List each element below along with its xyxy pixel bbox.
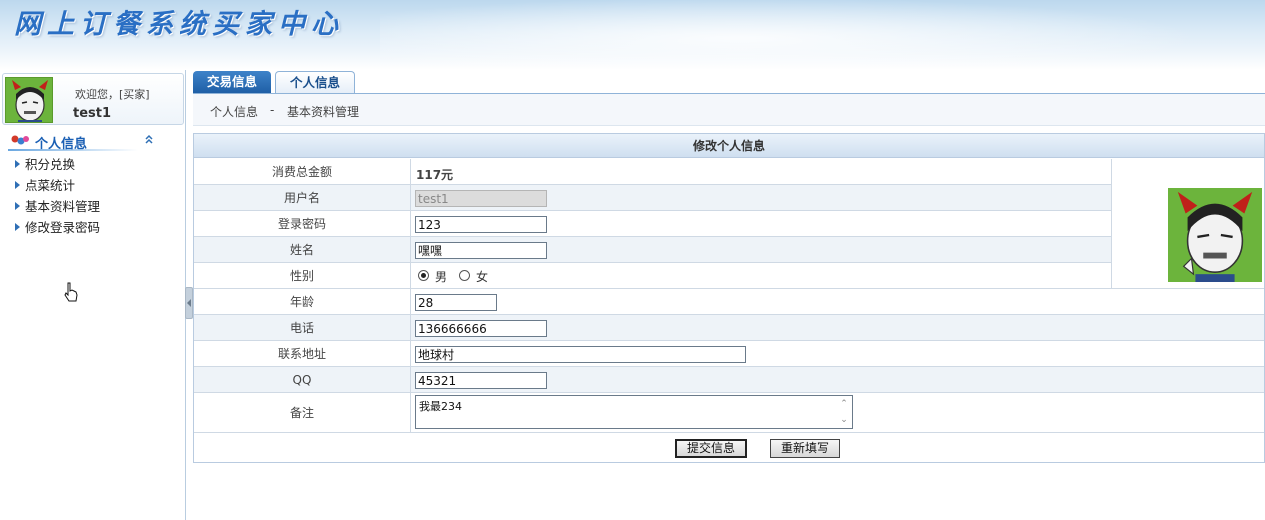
gender-female-radio[interactable]	[459, 270, 470, 281]
username-text: test1	[73, 106, 112, 121]
form-title: 修改个人信息	[194, 134, 1264, 158]
sidebar-item-label: 积分兑换	[25, 157, 76, 172]
field-label: 年龄	[194, 289, 411, 314]
scroll-down-icon[interactable]: ⌄	[838, 414, 850, 426]
sidebar-item-profile[interactable]: 基本资料管理	[14, 196, 100, 217]
triangle-right-icon	[15, 202, 20, 210]
row-name: 姓名	[194, 237, 1111, 263]
qq-field[interactable]	[415, 372, 547, 389]
sidebar-item-order-stats[interactable]: 点菜统计	[14, 175, 100, 196]
field-label: 联系地址	[194, 341, 411, 366]
section-underline	[8, 149, 138, 151]
sidebar-collapse-handle[interactable]	[185, 287, 193, 319]
profile-form: 修改个人信息 消费总金额 117元 用户名 登录密码 姓名 性别 男 女	[193, 133, 1265, 463]
devil-avatar-icon	[1168, 188, 1262, 282]
breadcrumb-part-2: 基本资料管理	[287, 105, 360, 119]
remark-text: 我最234	[419, 400, 462, 413]
row-phone: 电话	[194, 315, 1264, 341]
breadcrumb: 个人信息 - 基本资料管理	[193, 94, 1265, 126]
row-total-spent: 消费总金额 117元	[194, 159, 1111, 185]
row-username: 用户名	[194, 185, 1111, 211]
field-label: QQ	[194, 367, 411, 392]
field-label: 登录密码	[194, 211, 411, 236]
field-label: 性别	[194, 263, 411, 288]
field-value-cell	[412, 237, 1111, 262]
field-label: 消费总金额	[194, 159, 411, 184]
banner-glow	[380, 0, 1265, 70]
row-password: 登录密码	[194, 211, 1111, 237]
phone-field[interactable]	[415, 320, 547, 337]
scroll-up-icon[interactable]: ⌃	[838, 398, 850, 410]
row-remark: 备注 我最234 ⌃ ⌄	[194, 393, 1264, 433]
welcome-text: 欢迎您，[买家]	[75, 88, 150, 101]
username-field	[415, 190, 547, 207]
row-qq: QQ	[194, 367, 1264, 393]
triangle-right-icon	[15, 160, 20, 168]
hand-pointer-icon	[62, 282, 80, 304]
tab-personal-info[interactable]: 个人信息	[275, 71, 355, 94]
sidebar-section-header[interactable]: 个人信息	[8, 132, 158, 152]
tab-transactions[interactable]: 交易信息	[193, 71, 271, 93]
submit-button[interactable]: 提交信息	[675, 439, 747, 458]
address-field[interactable]	[415, 346, 746, 363]
field-value-cell	[412, 289, 1264, 314]
row-address: 联系地址	[194, 341, 1264, 367]
gender-male-label: 男	[435, 270, 448, 284]
reset-button[interactable]: 重新填写	[770, 439, 840, 458]
sidebar-item-label: 点菜统计	[25, 178, 76, 193]
sidebar-menu: 积分兑换 点菜统计 基本资料管理 修改登录密码	[14, 154, 100, 238]
breadcrumb-part-1: 个人信息	[210, 105, 259, 119]
double-chevron-up-icon[interactable]	[142, 134, 156, 148]
sidebar: 欢迎您，[买家] test1 个人信息 积分兑换 点菜统计 基本资料管理 修改登…	[0, 70, 186, 520]
sidebar-item-label: 基本资料管理	[25, 199, 101, 214]
gender-male-radio[interactable]	[418, 270, 429, 281]
field-value-cell: 男 女	[412, 263, 1111, 288]
gender-female-label: 女	[476, 270, 489, 284]
sidebar-item-points-exchange[interactable]: 积分兑换	[14, 154, 100, 175]
field-value-cell	[412, 211, 1111, 236]
row-gender: 性别 男 女	[194, 263, 1111, 289]
header-banner: 网上订餐系统买家中心	[0, 0, 1265, 70]
user-panel: 欢迎您，[买家] test1	[2, 73, 184, 125]
field-value-cell	[412, 315, 1264, 340]
field-label: 备注	[194, 393, 411, 432]
form-actions: 提交信息 重新填写	[194, 433, 1264, 462]
row-age: 年龄	[194, 289, 1264, 315]
field-value-cell	[412, 367, 1264, 392]
field-label: 姓名	[194, 237, 411, 262]
triangle-right-icon	[15, 181, 20, 189]
field-value-cell	[412, 185, 1111, 210]
name-field[interactable]	[415, 242, 547, 259]
field-label: 用户名	[194, 185, 411, 210]
breadcrumb-separator: -	[270, 103, 275, 117]
sidebar-item-label: 修改登录密码	[25, 220, 101, 235]
sidebar-item-change-password[interactable]: 修改登录密码	[14, 217, 100, 238]
remark-textarea[interactable]: 我最234 ⌃ ⌄	[415, 395, 853, 429]
site-title: 网上订餐系统买家中心	[14, 9, 344, 40]
password-field[interactable]	[415, 216, 547, 233]
devil-avatar-icon	[5, 77, 53, 123]
triangle-right-icon	[15, 223, 20, 231]
age-field[interactable]	[415, 294, 497, 311]
profile-photo-cell	[1111, 159, 1264, 289]
total-spent-value: 117元	[416, 168, 454, 182]
people-icon	[10, 135, 30, 147]
field-label: 电话	[194, 315, 411, 340]
field-value-cell	[412, 341, 1264, 366]
field-value-cell: 117元	[412, 159, 1111, 184]
field-value-cell: 我最234 ⌃ ⌄	[412, 393, 1264, 432]
